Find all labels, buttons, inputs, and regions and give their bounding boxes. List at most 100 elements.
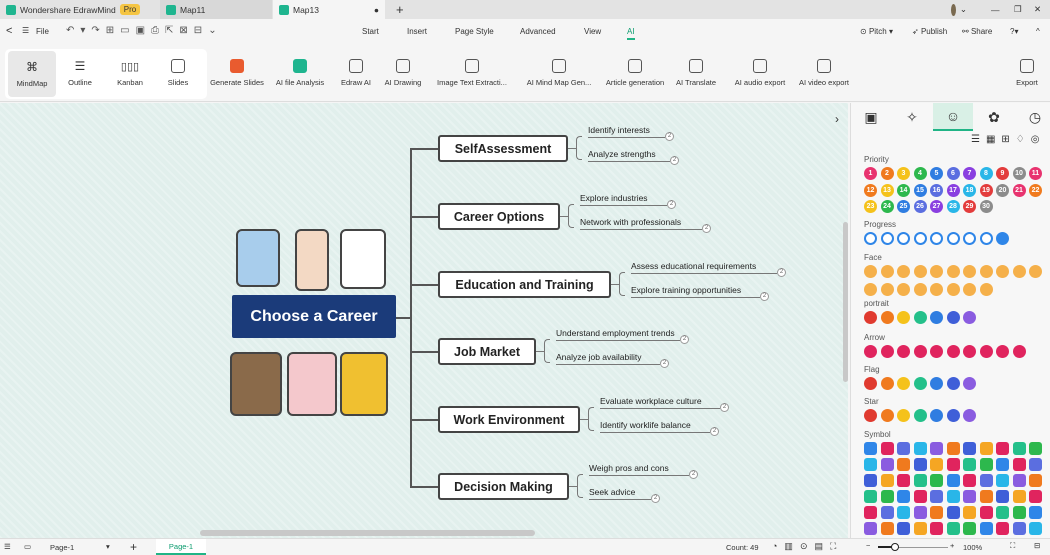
outline-view-button[interactable]: ☰ Outline	[60, 46, 100, 100]
zoom-level[interactable]: 100%	[963, 543, 982, 552]
priority-icon[interactable]: 20	[996, 183, 1009, 197]
face-icon[interactable]	[897, 283, 910, 296]
symbol-icon[interactable]	[1012, 522, 1026, 535]
history-tab-icon[interactable]: ◷	[1015, 103, 1050, 131]
symbol-icon[interactable]	[864, 506, 877, 519]
menu-icon[interactable]: ☰	[22, 26, 29, 35]
symbol-icon[interactable]	[946, 458, 960, 471]
file-menu[interactable]: File	[36, 27, 49, 36]
progress-icon[interactable]	[979, 232, 993, 245]
subtopic[interactable]: Weigh pros and cons	[589, 463, 689, 476]
app-tab[interactable]: Wondershare EdrawMind Pro	[0, 0, 148, 19]
subtopic[interactable]: Assess educational requirements	[631, 261, 777, 274]
symbol-icon[interactable]	[996, 506, 1009, 519]
subtopic-count-badge[interactable]: 2	[689, 470, 698, 479]
symbol-icon[interactable]	[930, 522, 943, 535]
symbol-icon[interactable]	[1029, 458, 1042, 471]
subtopic[interactable]: Identify interests	[588, 125, 665, 138]
zoom-slider-handle[interactable]	[891, 543, 899, 551]
subtopic-count-badge[interactable]: 2	[720, 403, 729, 412]
help-button[interactable]: ?▾	[1010, 27, 1018, 36]
symbol-icon[interactable]	[979, 490, 993, 503]
symbol-icon[interactable]	[1029, 506, 1042, 519]
face-icon[interactable]	[897, 265, 910, 278]
symbol-icon[interactable]	[897, 474, 910, 487]
face-icon[interactable]	[963, 283, 976, 296]
arrow-icon[interactable]	[996, 345, 1009, 358]
priority-icon[interactable]: 25	[897, 200, 910, 213]
menu-ai[interactable]: AI	[627, 27, 635, 40]
central-topic[interactable]: Choose a Career	[232, 295, 396, 338]
mindmap-canvas[interactable]: Choose a Career SelfAssessment Identify in…	[0, 103, 848, 538]
progress-icon[interactable]	[897, 232, 910, 245]
priority-icon[interactable]: 6	[946, 167, 960, 180]
symbol-icon[interactable]	[864, 442, 877, 455]
ribbon-tool-button[interactable]: AI video export	[798, 46, 850, 100]
portrait-icon[interactable]	[946, 311, 960, 324]
symbol-icon[interactable]	[996, 490, 1009, 503]
symbol-icon[interactable]	[1012, 442, 1026, 455]
face-icon[interactable]	[864, 265, 877, 278]
share-button[interactable]: ⚯ Share	[962, 27, 992, 36]
symbol-icon[interactable]	[979, 442, 993, 455]
subtopic-count-badge[interactable]: 2	[665, 132, 674, 141]
priority-icon[interactable]: 26	[913, 200, 927, 213]
symbol-icon[interactable]	[1029, 474, 1042, 487]
slides-view-button[interactable]: Slides	[158, 46, 198, 100]
menu-page-style[interactable]: Page Style	[455, 27, 494, 36]
main-topic[interactable]: Job Market	[438, 338, 536, 365]
subtopic-count-badge[interactable]: 2	[680, 335, 689, 344]
symbol-icon[interactable]	[1029, 490, 1042, 503]
symbol-icon[interactable]	[996, 458, 1009, 471]
symbol-icon[interactable]	[996, 474, 1009, 487]
collapse-ribbon-button[interactable]: ^	[1036, 27, 1040, 36]
face-icon[interactable]	[1012, 265, 1026, 278]
symbol-icon[interactable]	[963, 474, 976, 487]
subtopic[interactable]: Seek advice	[589, 487, 651, 500]
symbol-icon[interactable]	[880, 458, 894, 471]
arrow-icon[interactable]	[880, 345, 894, 358]
subtopic-count-badge[interactable]: 2	[651, 494, 660, 503]
pitch-button[interactable]: ⊙ Pitch ▾	[860, 27, 893, 36]
minimize-button[interactable]: —	[985, 0, 1006, 19]
symbol-icon[interactable]	[930, 490, 943, 503]
priority-icon[interactable]: 27	[930, 200, 943, 213]
portrait-icon[interactable]	[897, 311, 910, 324]
arrow-icon[interactable]	[979, 345, 993, 358]
main-topic[interactable]: Work Environment	[438, 406, 580, 433]
priority-icon[interactable]: 11	[1029, 167, 1042, 180]
priority-icon[interactable]: 19	[979, 183, 993, 197]
menu-start[interactable]: Start	[362, 27, 379, 36]
subtopic[interactable]: Network with professionals	[580, 217, 702, 230]
symbol-icon[interactable]	[897, 522, 910, 535]
priority-icon[interactable]: 4	[913, 167, 927, 180]
face-icon[interactable]	[996, 265, 1009, 278]
ai-tab-icon[interactable]: ✧	[892, 103, 932, 131]
priority-icon[interactable]: 3	[897, 167, 910, 180]
main-topic[interactable]: SelfAssessment	[438, 135, 568, 162]
symbol-icon[interactable]	[946, 442, 960, 455]
symbol-icon[interactable]	[996, 522, 1009, 535]
flag-icon[interactable]	[864, 377, 877, 390]
priority-icon[interactable]: 24	[880, 200, 894, 213]
symbol-icon[interactable]	[979, 474, 993, 487]
symbol-icon[interactable]	[1012, 458, 1026, 471]
subtopic[interactable]: Explore training opportunities	[631, 285, 760, 298]
flag-icon[interactable]	[880, 377, 894, 390]
outline-toggle-icon[interactable]: ☰	[4, 542, 11, 551]
page-dropdown-icon[interactable]: ▾	[106, 542, 110, 551]
main-topic[interactable]: Decision Making	[438, 473, 569, 500]
symbol-icon[interactable]	[946, 506, 960, 519]
arrow-icon[interactable]	[1012, 345, 1026, 358]
progress-icon[interactable]	[946, 232, 960, 245]
zoom-out-button[interactable]: −	[866, 541, 870, 550]
symbol-icon[interactable]	[864, 474, 877, 487]
arrow-icon[interactable]	[897, 345, 910, 358]
symbol-icon[interactable]	[913, 442, 927, 455]
menu-advanced[interactable]: Advanced	[520, 27, 556, 36]
symbol-icon[interactable]	[946, 474, 960, 487]
star-icon[interactable]	[963, 409, 976, 422]
arrow-icon[interactable]	[913, 345, 927, 358]
priority-icon[interactable]: 8	[979, 167, 993, 180]
priority-icon[interactable]: 12	[864, 183, 877, 197]
